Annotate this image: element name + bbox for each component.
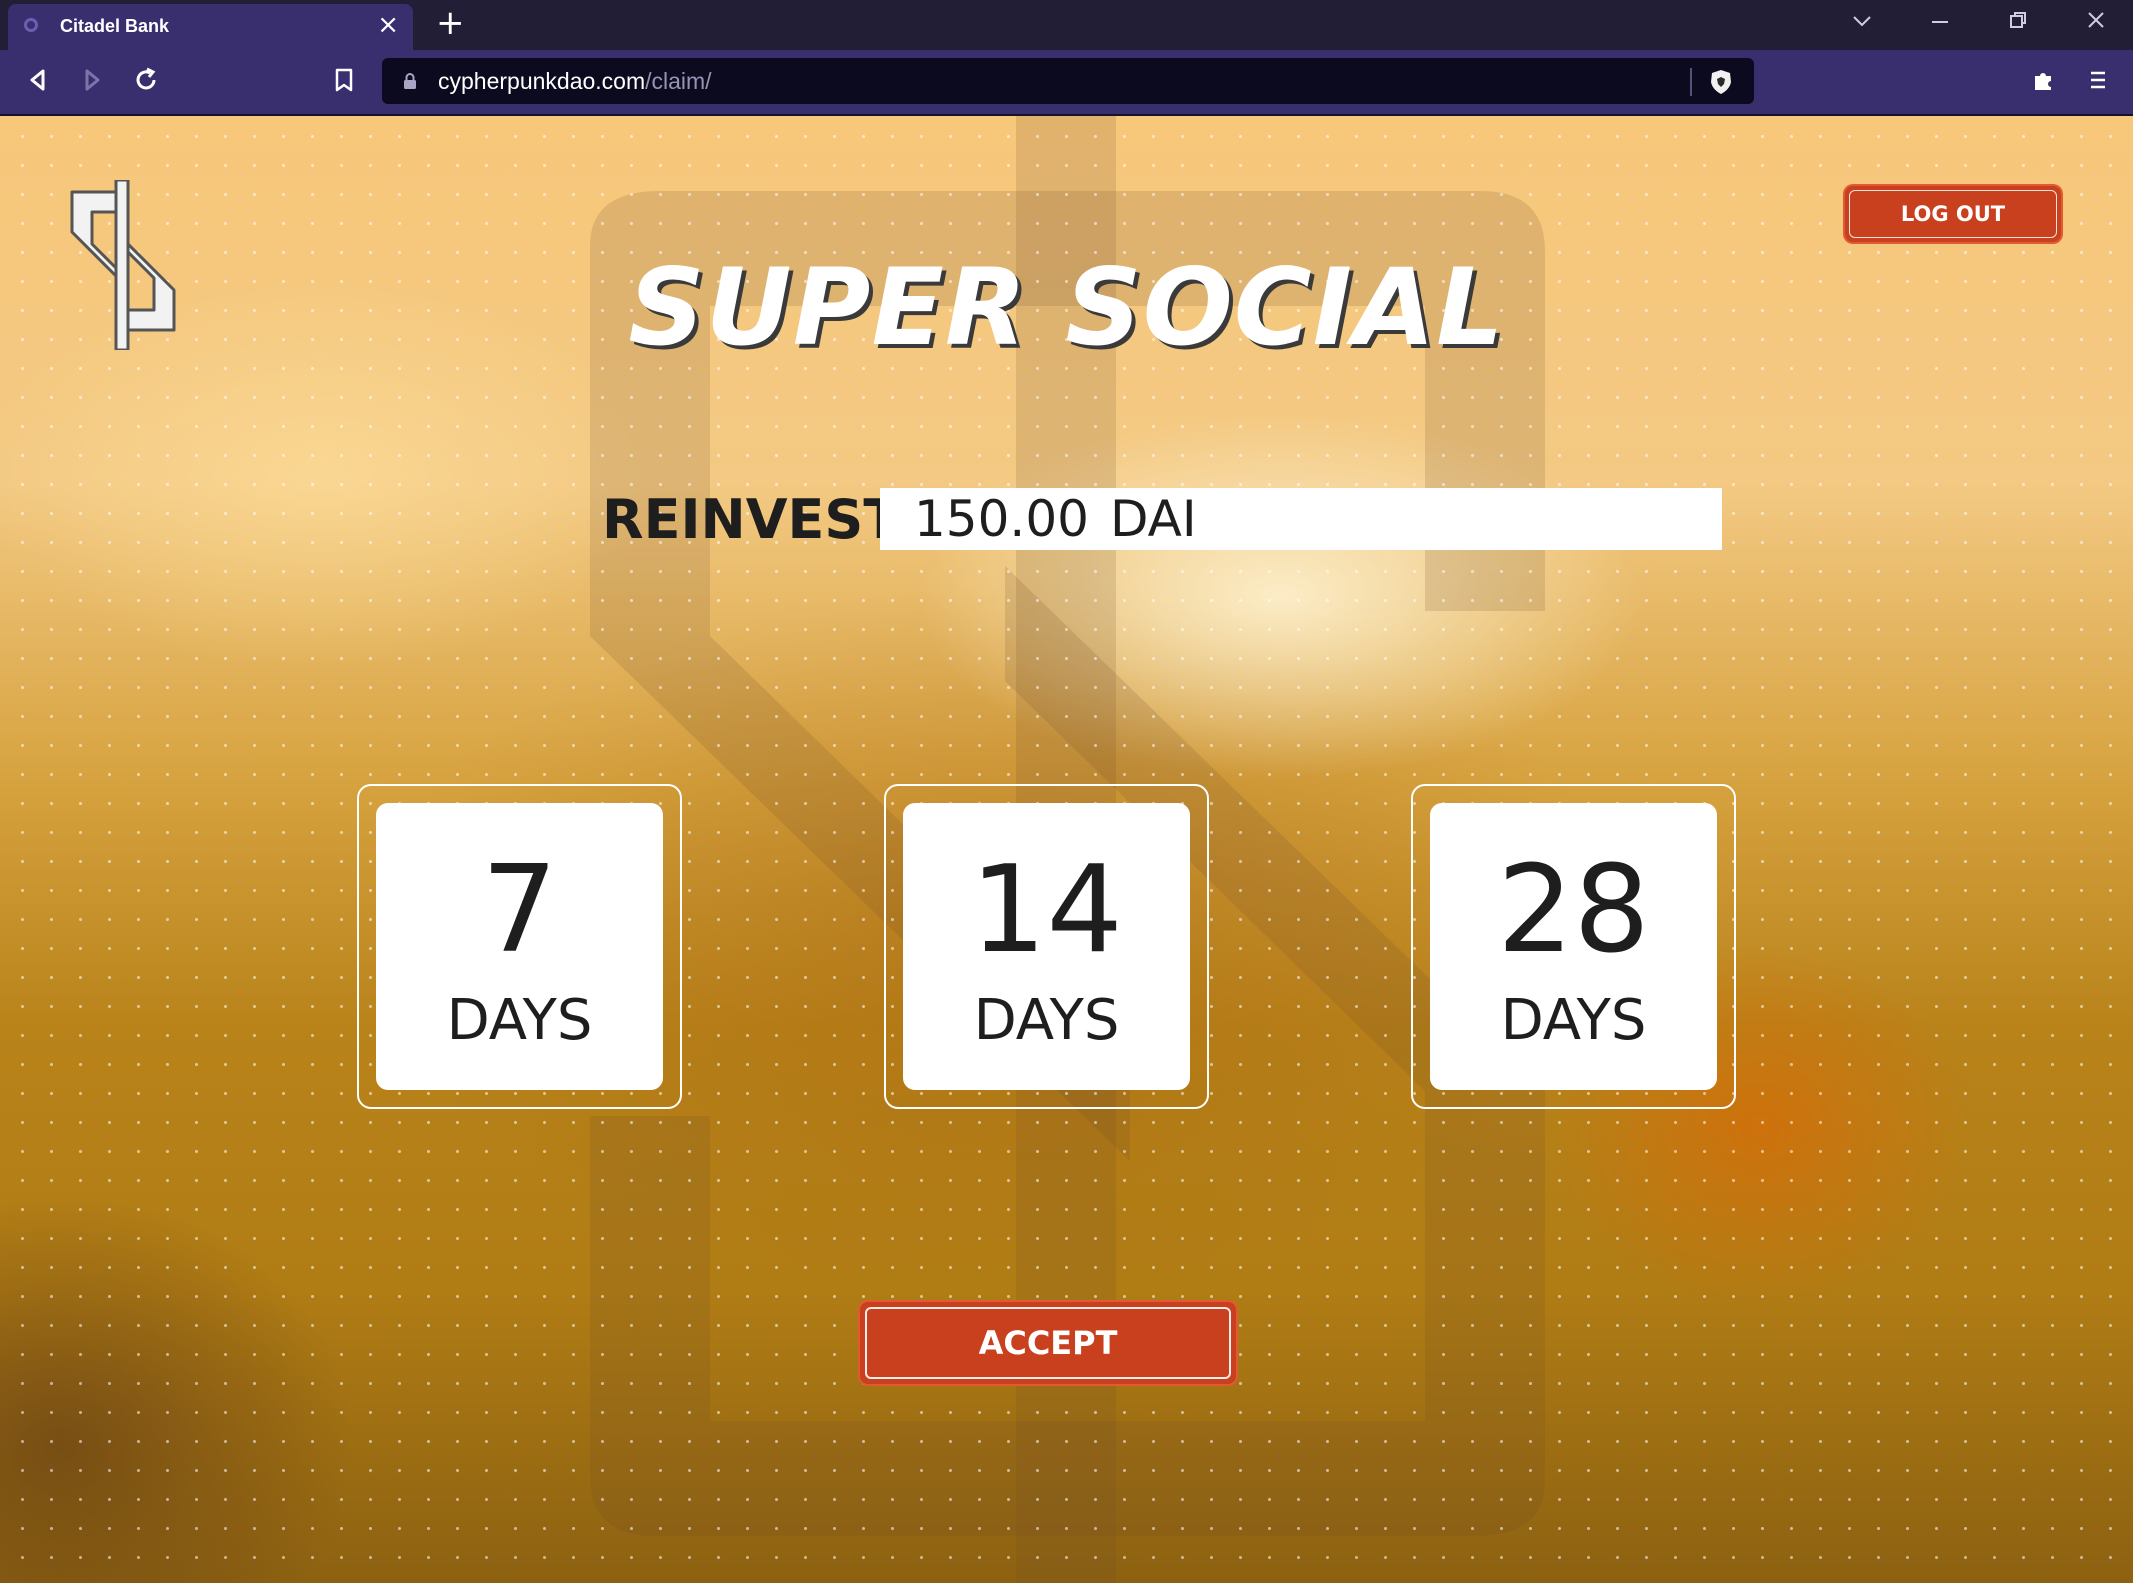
brave-shield-icon[interactable] — [1708, 68, 1734, 100]
reload-icon[interactable] — [128, 62, 164, 98]
reinvest-label: REINVEST — [602, 488, 901, 551]
option-28-days[interactable]: 28 DAYS — [1411, 784, 1736, 1109]
restore-icon[interactable] — [2008, 10, 2028, 36]
menu-icon[interactable] — [2080, 62, 2116, 98]
tab-title: Citadel Bank — [60, 16, 170, 36]
url-text: cypherpunkdao.com/claim/ — [438, 68, 712, 95]
bookmark-icon[interactable] — [326, 62, 362, 98]
reinvest-currency: DAI — [1110, 490, 1197, 548]
window-close-icon[interactable] — [2086, 10, 2106, 36]
logout-button[interactable]: LOG OUT — [1845, 186, 2061, 242]
url-path: /claim/ — [645, 68, 712, 94]
minimize-icon[interactable] — [1930, 10, 1950, 36]
option-unit: DAYS — [446, 988, 593, 1053]
new-tab-icon[interactable]: + — [436, 6, 465, 40]
favicon-icon — [24, 18, 38, 32]
browser-tabstrip: Citadel Bank × + — [0, 0, 2133, 50]
tab-close-icon[interactable]: × — [377, 12, 399, 38]
option-number: 7 — [481, 841, 558, 980]
url-domain: cypherpunkdao.com — [438, 68, 646, 94]
lock-icon — [402, 72, 418, 94]
url-separator — [1690, 68, 1692, 96]
claim-page: LOG OUT SUPER SOCIAL REINVEST 150.00 DAI… — [0, 116, 2133, 1583]
option-14-days[interactable]: 14 DAYS — [884, 784, 1209, 1109]
accept-button[interactable]: ACCEPT — [860, 1302, 1236, 1384]
address-bar[interactable]: cypherpunkdao.com/claim/ — [382, 58, 1754, 104]
browser-tab[interactable]: Citadel Bank × — [8, 4, 413, 50]
option-number: 28 — [1497, 841, 1650, 980]
option-card-inner: 7 DAYS — [376, 803, 663, 1090]
tab-search-icon[interactable] — [1852, 10, 1872, 34]
browser-toolbar: cypherpunkdao.com/claim/ — [0, 50, 2133, 116]
option-unit: DAYS — [1500, 988, 1647, 1053]
option-card-inner: 14 DAYS — [903, 803, 1190, 1090]
reinvest-amount: 150.00 — [914, 490, 1089, 548]
reinvest-amount-field[interactable]: 150.00 DAI — [880, 488, 1722, 550]
forward-icon[interactable] — [74, 62, 110, 98]
extensions-icon[interactable] — [2025, 62, 2061, 98]
back-icon[interactable] — [20, 62, 56, 98]
option-number: 14 — [970, 841, 1123, 980]
option-7-days[interactable]: 7 DAYS — [357, 784, 682, 1109]
option-card-inner: 28 DAYS — [1430, 803, 1717, 1090]
option-unit: DAYS — [973, 988, 1120, 1053]
page-title: SUPER SOCIAL — [628, 246, 1505, 369]
